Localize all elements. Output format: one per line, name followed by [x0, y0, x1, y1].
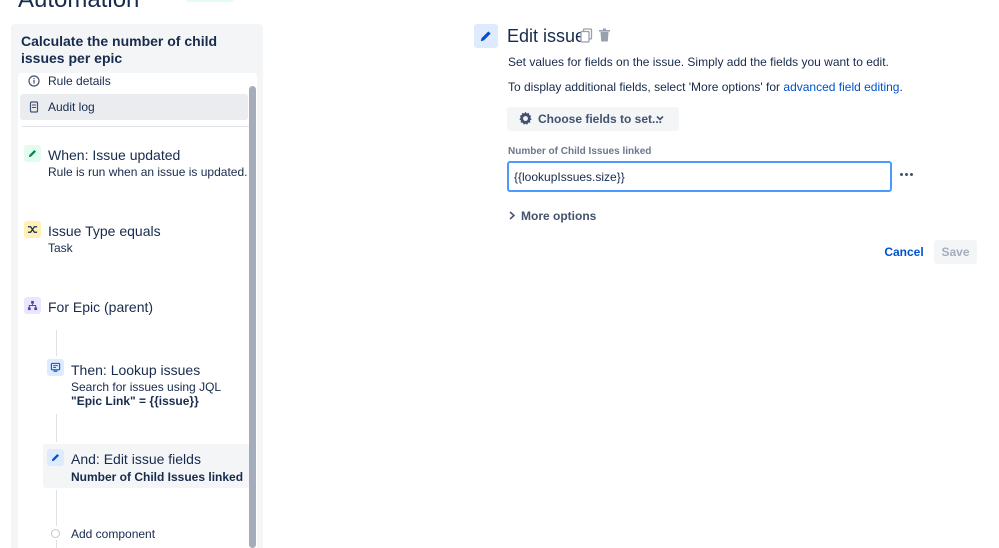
branch-title[interactable]: For Epic (parent) — [48, 299, 153, 315]
branch-connector — [56, 414, 57, 442]
page-title: Automation — [18, 0, 139, 14]
add-component-link[interactable]: Add component — [71, 527, 155, 541]
more-options-label: More options — [521, 209, 597, 223]
trash-icon[interactable] — [598, 28, 611, 42]
pencil-icon — [24, 145, 41, 162]
menu-item-label: Rule details — [48, 74, 111, 88]
branch-connector — [56, 330, 57, 356]
lookup-title[interactable]: Then: Lookup issues — [71, 362, 200, 378]
trigger-title[interactable]: When: Issue updated — [48, 147, 180, 163]
branch-icon — [24, 297, 41, 314]
lookup-jql: "Epic Link" = {{issue}} — [71, 394, 199, 408]
menu-item-audit-log[interactable]: Audit log — [20, 94, 248, 120]
condition-icon — [24, 221, 41, 238]
choose-fields-label: Choose fields to set... — [538, 112, 663, 126]
lookup-subtitle: Search for issues using JQL — [71, 380, 222, 394]
editor-additional-hint: To display additional fields, select 'Mo… — [508, 80, 903, 94]
hint-suffix: . — [899, 80, 903, 94]
menu-item-rule-details[interactable]: Rule details — [20, 68, 248, 94]
condition-subtitle: Task — [48, 241, 73, 255]
hint-text: To display additional fields, select 'Mo… — [508, 80, 784, 94]
chevron-down-icon — [656, 115, 664, 121]
scrollbar[interactable] — [249, 86, 256, 548]
document-icon — [29, 101, 39, 113]
branch-connector — [56, 490, 57, 526]
edit-icon — [474, 24, 498, 48]
branch-connector — [56, 540, 57, 548]
field-label: Number of Child Issues linked — [508, 146, 652, 157]
menu-item-label: Audit log — [48, 100, 95, 114]
status-badge — [186, 0, 234, 2]
rule-name: Calculate the number of child issues per… — [21, 33, 218, 66]
save-button[interactable]: Save — [934, 240, 977, 264]
edit-title[interactable]: And: Edit issue fields — [71, 451, 201, 467]
divider — [22, 126, 249, 127]
copy-icon[interactable] — [580, 28, 593, 43]
condition-title[interactable]: Issue Type equals — [48, 223, 161, 239]
add-component-icon — [51, 529, 60, 538]
chevron-right-icon — [509, 211, 516, 220]
info-icon — [28, 75, 40, 87]
editor-title: Edit issue — [507, 26, 586, 46]
field-more-actions-icon[interactable] — [896, 166, 916, 182]
advanced-field-editing-link[interactable]: advanced field editing — [783, 80, 899, 94]
pencil-icon — [47, 449, 64, 466]
child-issues-field[interactable] — [507, 161, 892, 192]
more-options-toggle[interactable]: More options — [508, 209, 596, 223]
choose-fields-button[interactable]: Choose fields to set... — [507, 107, 679, 131]
lookup-icon — [47, 359, 64, 376]
gear-icon — [519, 111, 532, 125]
editor-description: Set values for fields on the issue. Simp… — [508, 55, 889, 69]
trigger-subtitle: Rule is run when an issue is updated. — [48, 165, 248, 179]
cancel-button[interactable]: Cancel — [880, 240, 928, 264]
edit-detail: Number of Child Issues linked — [71, 470, 244, 484]
